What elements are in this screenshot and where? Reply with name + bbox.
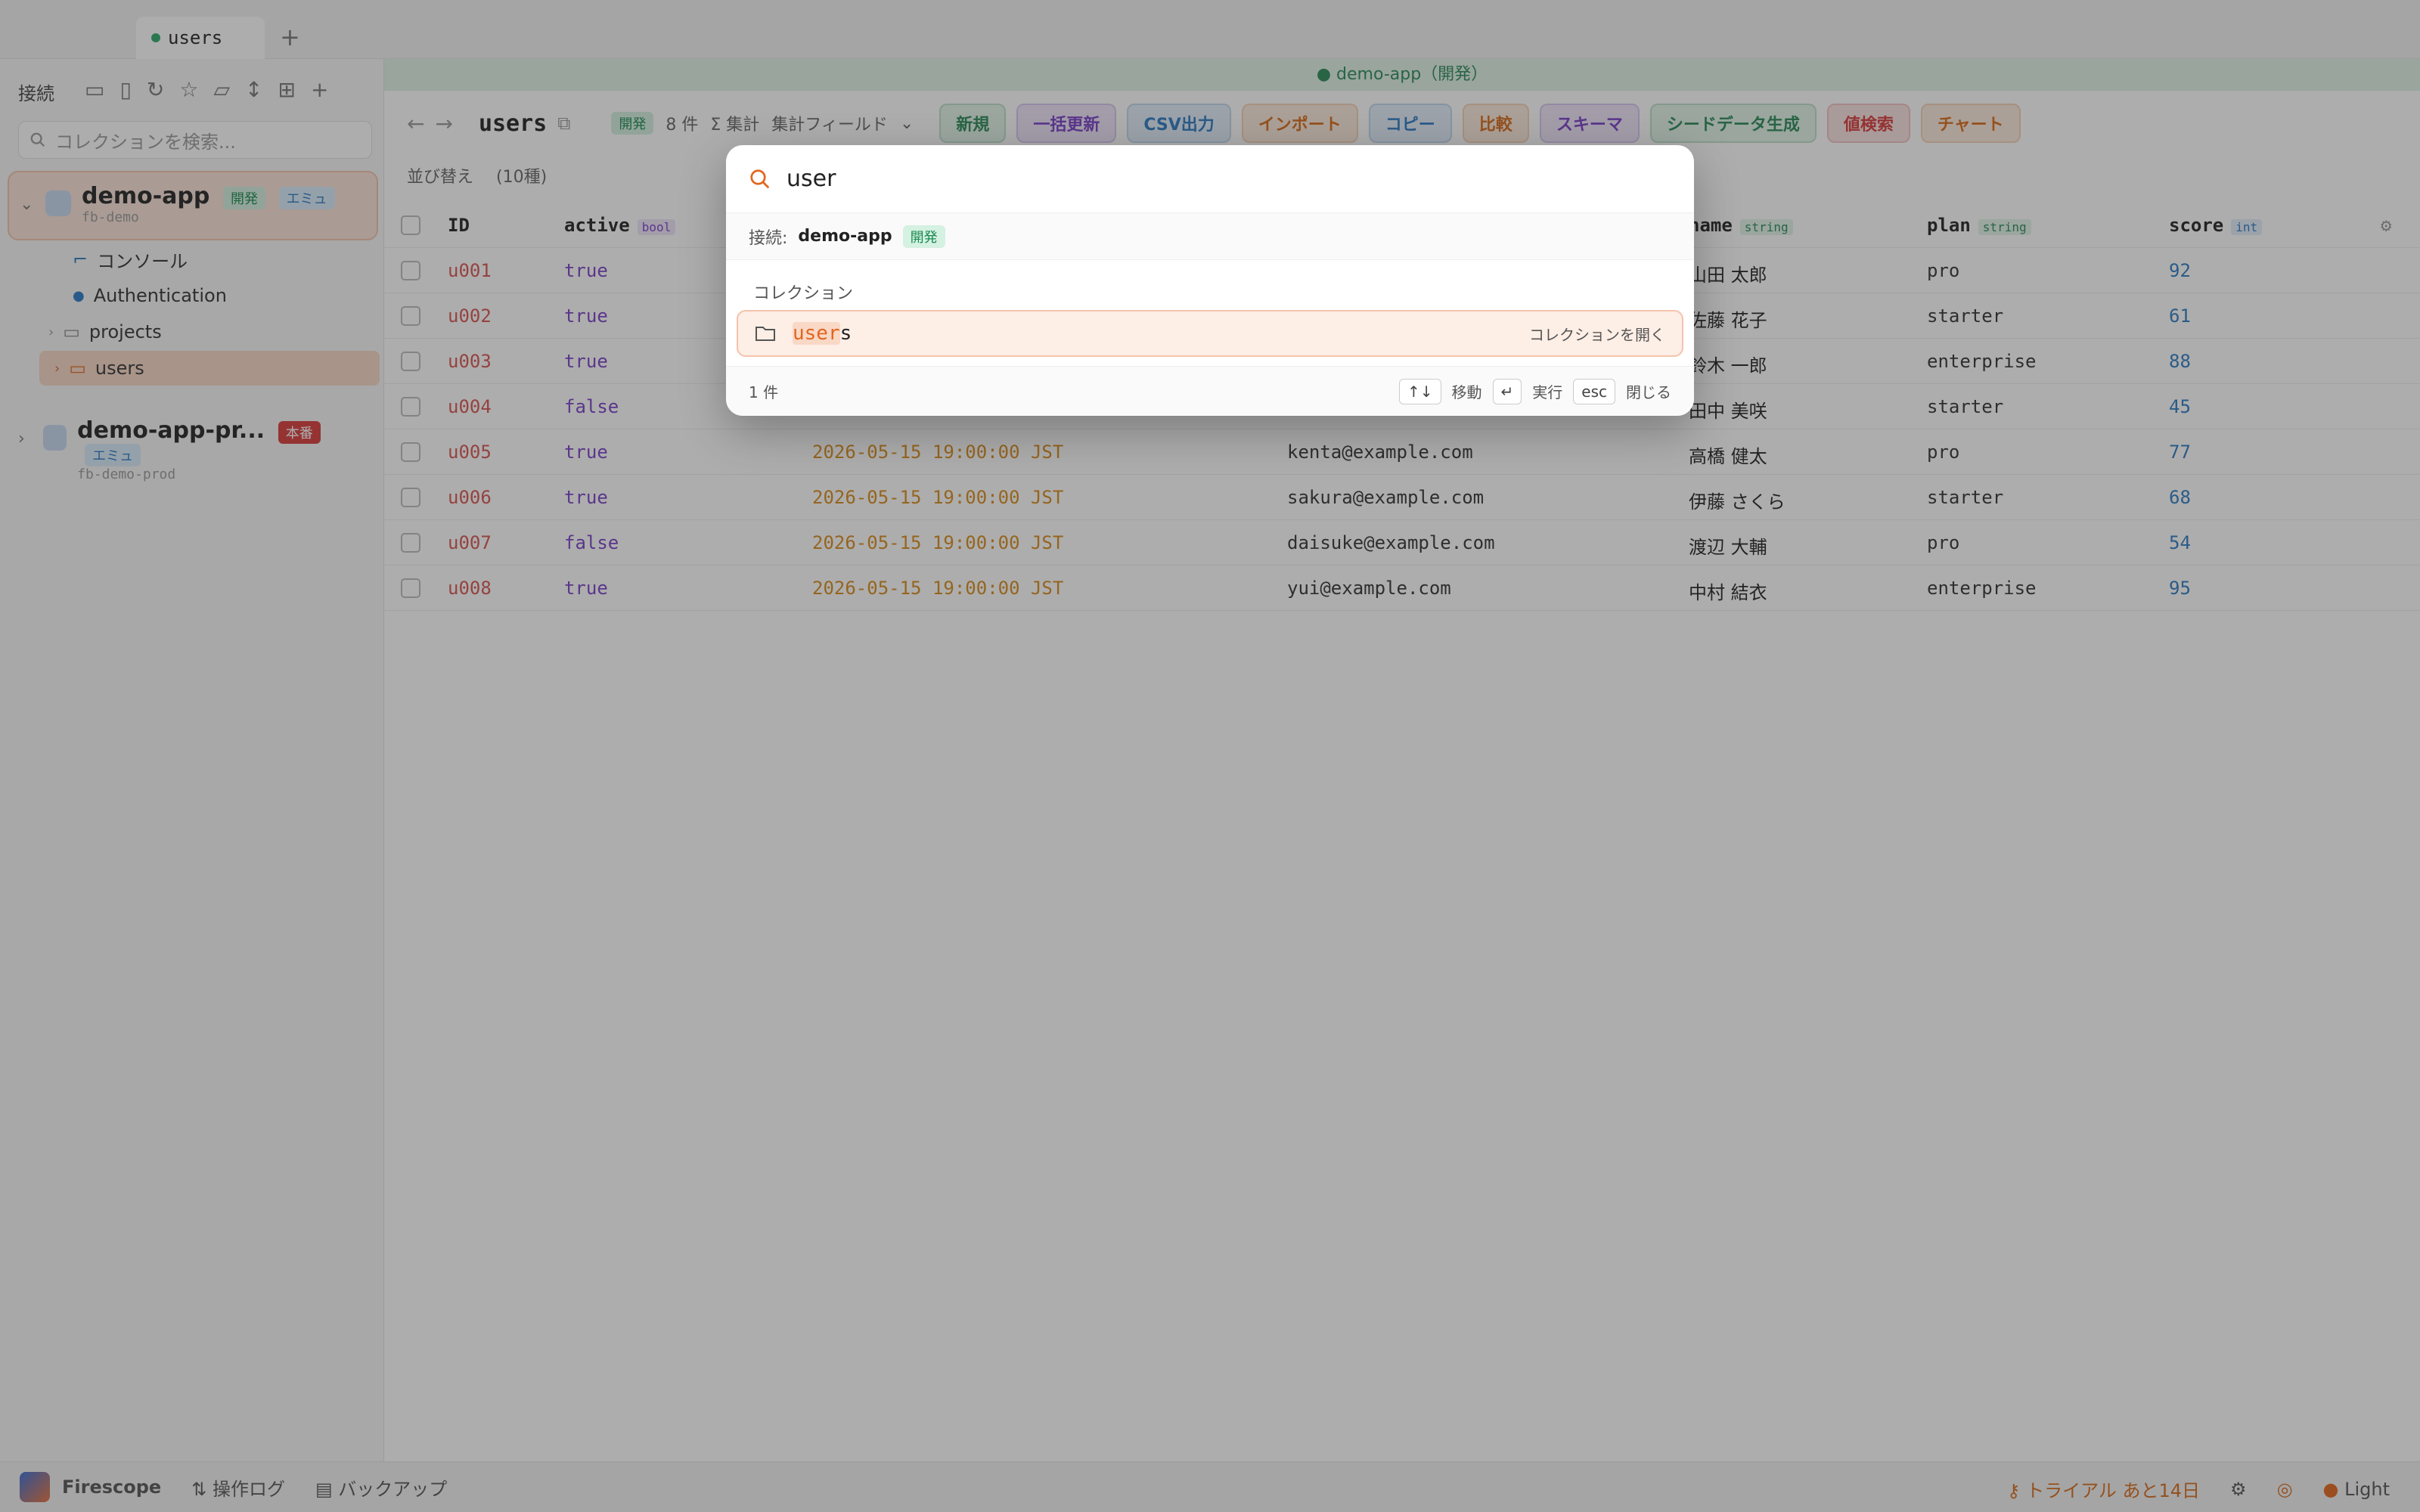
esc-key-hint: esc [1573, 378, 1615, 404]
folder-icon [755, 327, 775, 341]
search-icon [750, 169, 770, 188]
palette-result-users[interactable]: users コレクションを開く [737, 310, 1683, 357]
result-count: 1 件 [749, 383, 779, 401]
palette-search-input[interactable] [786, 166, 1618, 192]
command-palette: 接続: demo-app 開発 コレクション users コレクションを開く 1… [726, 145, 1694, 416]
move-hint: 移動 [1451, 383, 1482, 401]
result-label: users [793, 322, 852, 345]
palette-search-bar [726, 145, 1694, 213]
close-hint: 閉じる [1626, 383, 1671, 401]
palette-connection: 接続: demo-app 開発 [726, 213, 1694, 260]
execute-hint: 実行 [1532, 383, 1563, 401]
palette-footer: 1 件 ↑↓ 移動 ↵ 実行 esc 閉じる [726, 366, 1694, 416]
arrow-keys-hint: ↑↓ [1398, 378, 1441, 404]
match-highlight: user [793, 322, 840, 345]
connection-name: demo-app [798, 227, 892, 246]
section-heading: コレクション [753, 284, 854, 303]
enter-key-hint: ↵ [1492, 378, 1522, 404]
keyboard-hints: ↑↓ 移動 ↵ 実行 esc 閉じる [1398, 378, 1671, 404]
connection-label: 接続: [749, 228, 788, 248]
open-collection-hint: コレクションを開く [1529, 325, 1665, 344]
match-rest: s [839, 322, 852, 345]
env-badge: 開発 [902, 225, 945, 248]
